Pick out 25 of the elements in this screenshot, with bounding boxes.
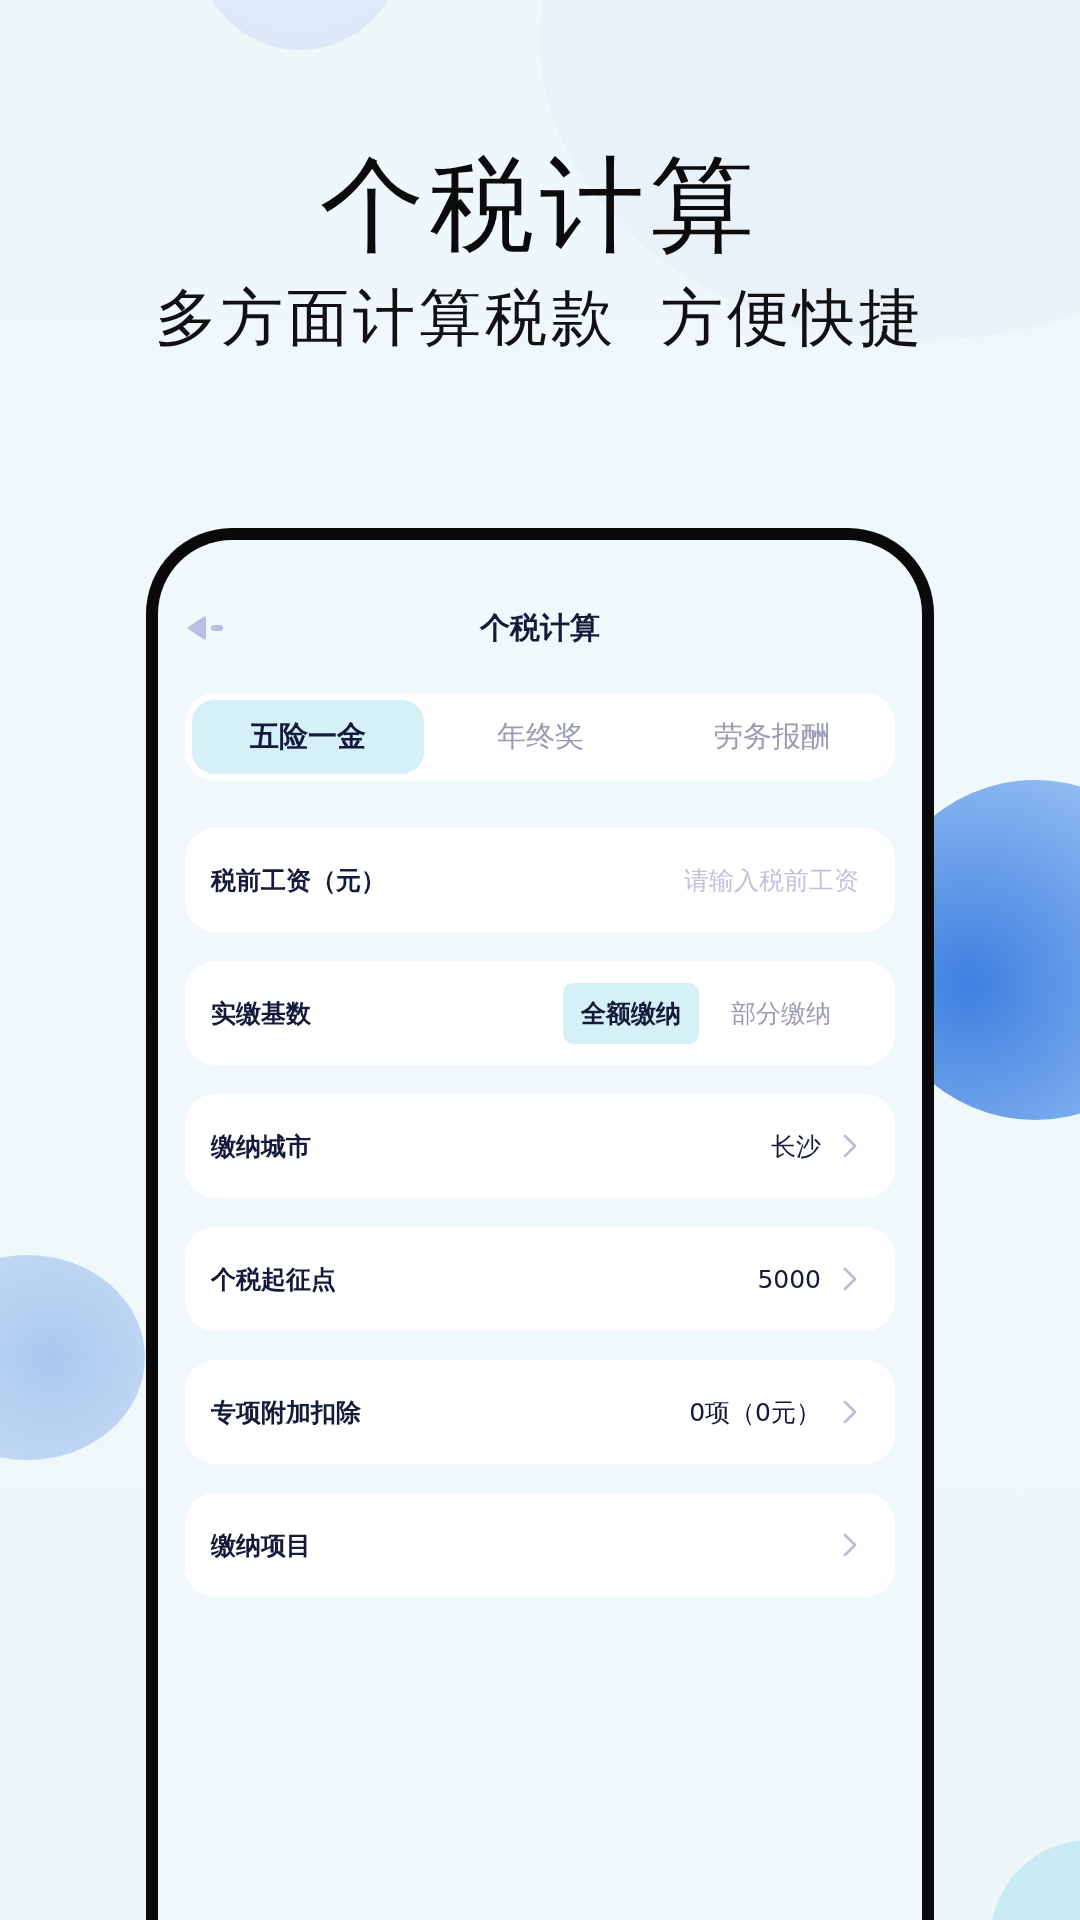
row-label: 专项附加扣除 (211, 1396, 361, 1429)
field-label: 实缴基数 (211, 997, 311, 1030)
row-label: 缴纳项目 (211, 1529, 311, 1562)
list-row[interactable]: 专项附加扣除 0项（0元） (185, 1360, 895, 1465)
headline: 个税计算 (320, 148, 760, 263)
tab[interactable]: 五险一金 (192, 700, 424, 775)
row-value: 0项（0元） (689, 1396, 821, 1429)
screen-title: 个税计算 (480, 608, 600, 647)
input-field[interactable]: 请输入税前工资 (619, 865, 859, 895)
subtitle: 方便快捷 (661, 280, 925, 357)
list-row[interactable]: 个税起征点 5000 (185, 1227, 895, 1332)
chevron-right-icon (843, 1134, 857, 1159)
chevron-right-icon (843, 1400, 857, 1425)
list-row[interactable]: 缴纳城市 长沙 (185, 1094, 895, 1199)
option-button[interactable]: 全额缴纳 (563, 982, 699, 1044)
row-value: 5000 (757, 1264, 821, 1294)
chevron-right-icon (843, 1533, 857, 1558)
field-label: 税前工资（元） (211, 864, 386, 897)
row-value: 长沙 (771, 1130, 821, 1163)
chevron-right-icon (843, 1267, 857, 1292)
row-label: 缴纳城市 (211, 1130, 311, 1163)
subtitle: 多方面计算税款 (155, 280, 617, 357)
back-arrow-icon[interactable] (185, 614, 225, 643)
list-row[interactable]: 缴纳项目 (185, 1493, 895, 1598)
row-label: 个税起征点 (211, 1263, 336, 1296)
